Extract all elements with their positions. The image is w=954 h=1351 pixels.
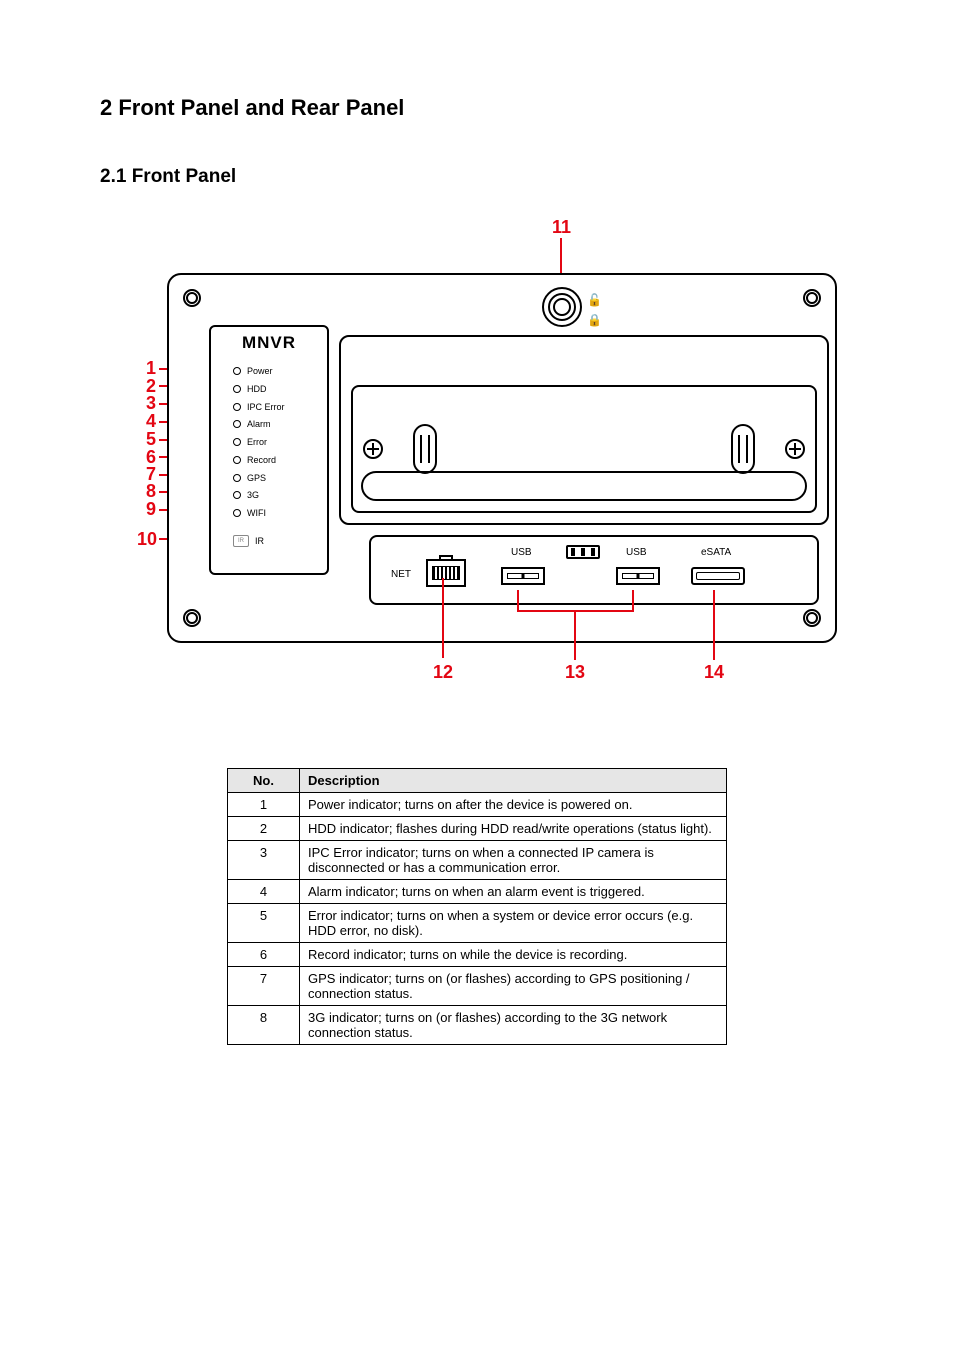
screw-icon [183, 289, 201, 307]
callout-11: 11 [552, 218, 571, 236]
table-header-desc: Description [300, 769, 727, 793]
led-label: Record [247, 455, 276, 465]
ir-label: IR [255, 536, 264, 546]
esata-port-label: eSATA [701, 547, 731, 558]
unlock-indicator-icon: 🔓 [587, 293, 602, 307]
led-gps: GPS [233, 472, 266, 484]
callout-1: 1 [146, 359, 156, 377]
cell-desc: Error indicator; turns on when a system … [300, 904, 727, 943]
device-model-label: MNVR [211, 333, 327, 353]
led-power: Power [233, 365, 273, 377]
device-chassis: MNVR Power HDD IPC Error Alarm Error Rec… [167, 273, 837, 643]
leader-line [574, 610, 576, 660]
table-row: 1Power indicator; turns on after the dev… [228, 793, 727, 817]
port-bay: NET USB USB eSATA [369, 535, 819, 605]
led-ipc-error: IPC Error [233, 401, 285, 413]
led-3g: 3G [233, 489, 259, 501]
table-row: 7GPS indicator; turns on (or flashes) ac… [228, 967, 727, 1006]
lock-indicator-icon: 🔒 [587, 313, 602, 327]
description-table: No. Description 1Power indicator; turns … [227, 768, 727, 1045]
keylock-icon [548, 293, 576, 321]
screw-icon [803, 609, 821, 627]
cell-no: 1 [228, 793, 300, 817]
cell-no: 4 [228, 880, 300, 904]
page: 2 Front Panel and Rear Panel 2.1 Front P… [0, 0, 954, 1351]
cell-no: 7 [228, 967, 300, 1006]
led-label: Error [247, 437, 267, 447]
screw-icon [803, 289, 821, 307]
led-label: Alarm [247, 419, 271, 429]
callout-14: 14 [704, 663, 724, 681]
table-row: 6Record indicator; turns on while the de… [228, 943, 727, 967]
led-label: WIFI [247, 508, 266, 518]
usb-port-label: USB [511, 547, 532, 558]
cell-no: 2 [228, 817, 300, 841]
led-label: 3G [247, 490, 259, 500]
led-wifi: WIFI [233, 507, 266, 519]
led-record: Record [233, 454, 276, 466]
usb-port-icon [501, 567, 545, 585]
handle-bar [361, 471, 807, 501]
callout-9: 9 [146, 500, 156, 518]
callout-8: 8 [146, 482, 156, 500]
leader-line [632, 590, 634, 610]
led-alarm: Alarm [233, 418, 271, 430]
led-label: IPC Error [247, 402, 285, 412]
cell-no: 8 [228, 1006, 300, 1045]
led-hdd: HDD [233, 383, 267, 395]
cell-desc: IPC Error indicator; turns on when a con… [300, 841, 727, 880]
cell-desc: HDD indicator; flashes during HDD read/w… [300, 817, 727, 841]
callout-10: 10 [137, 530, 157, 548]
thumbscrew-icon [363, 439, 383, 459]
cell-desc: Record indicator; turns on while the dev… [300, 943, 727, 967]
hdd-caddy [351, 385, 817, 513]
cell-no: 5 [228, 904, 300, 943]
ethernet-port-icon [426, 559, 466, 587]
esata-port-icon [691, 567, 745, 585]
callout-3: 3 [146, 394, 156, 412]
usb-port-label: USB [626, 547, 647, 558]
leader-line [442, 578, 444, 658]
subsection-heading: 2.1 Front Panel [100, 166, 854, 188]
cell-desc: 3G indicator; turns on (or flashes) acco… [300, 1006, 727, 1045]
cell-no: 3 [228, 841, 300, 880]
thumbscrew-icon [785, 439, 805, 459]
callout-4: 4 [146, 412, 156, 430]
handle-grip-icon [731, 424, 755, 474]
section-heading: 2 Front Panel and Rear Panel [100, 95, 854, 121]
table-header-row: No. Description [228, 769, 727, 793]
cell-desc: Alarm indicator; turns on when an alarm … [300, 880, 727, 904]
table-header-no: No. [228, 769, 300, 793]
led-label: HDD [247, 384, 267, 394]
leader-line [713, 590, 715, 660]
led-panel: MNVR Power HDD IPC Error Alarm Error Rec… [209, 325, 329, 575]
led-label: GPS [247, 473, 266, 483]
table-row: 4Alarm indicator; turns on when an alarm… [228, 880, 727, 904]
table-row: 3IPC Error indicator; turns on when a co… [228, 841, 727, 880]
callout-5: 5 [146, 430, 156, 448]
cell-no: 6 [228, 943, 300, 967]
cell-desc: Power indicator; turns on after the devi… [300, 793, 727, 817]
usb-port-icon [616, 567, 660, 585]
callout-13: 13 [565, 663, 585, 681]
callout-12: 12 [433, 663, 453, 681]
led-error: Error [233, 436, 267, 448]
ir-receiver: IR IR [233, 535, 264, 547]
cell-desc: GPS indicator; turns on (or flashes) acc… [300, 967, 727, 1006]
led-label: Power [247, 366, 273, 376]
baffle-icon [566, 545, 600, 559]
front-panel-diagram: 11 1 2 3 4 5 6 7 8 9 10 [117, 218, 837, 698]
net-port-label: NET [391, 569, 411, 580]
table-row: 83G indicator; turns on (or flashes) acc… [228, 1006, 727, 1045]
leader-line [517, 590, 519, 610]
table-row: 2HDD indicator; flashes during HDD read/… [228, 817, 727, 841]
ir-icon: IR [233, 535, 249, 547]
table-row: 5Error indicator; turns on when a system… [228, 904, 727, 943]
hdd-bay [339, 335, 829, 525]
screw-icon [183, 609, 201, 627]
handle-grip-icon [413, 424, 437, 474]
